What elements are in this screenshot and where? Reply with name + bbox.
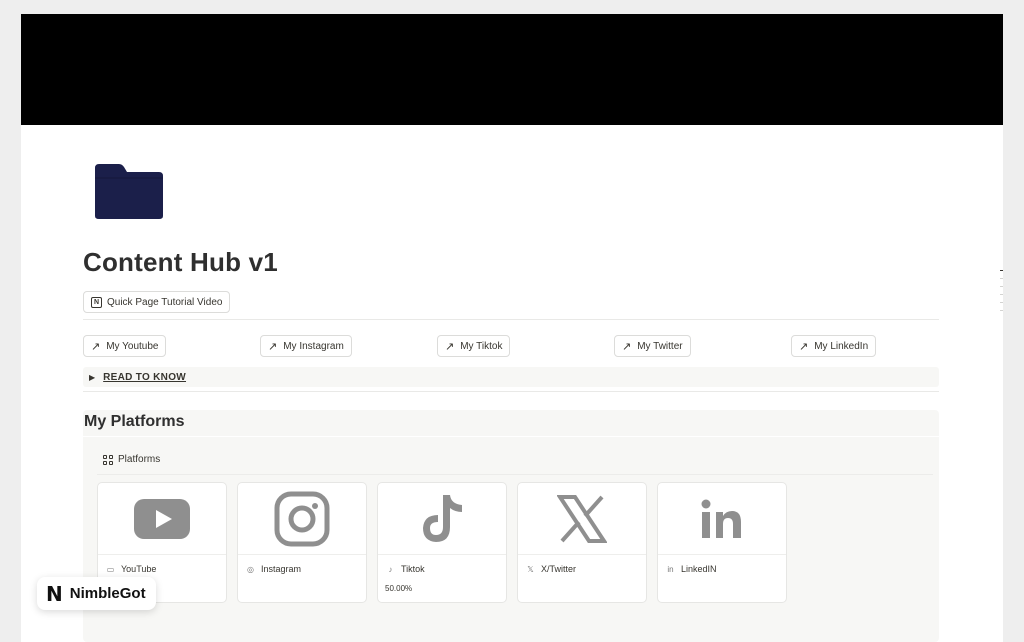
arrow-up-right-icon: ↗ — [268, 340, 278, 353]
card-cover — [98, 483, 226, 555]
platform-card-linkedin[interactable]: in LinkedIN — [657, 482, 787, 603]
x-icon: 𝕏 — [527, 564, 534, 574]
instagram-icon: ◎ — [247, 564, 254, 574]
youtube-icon: ▭ — [106, 564, 115, 574]
link-label: My LinkedIn — [814, 340, 869, 352]
card-cover — [518, 483, 646, 555]
platform-card-instagram[interactable]: ◎ Instagram — [237, 482, 367, 603]
link-my-linkedin[interactable]: ↗ My LinkedIn — [791, 335, 877, 357]
platforms-section: My Platforms Platforms ▭ YouTube ◎ Insta… — [83, 410, 939, 642]
table-of-contents-outline[interactable] — [1000, 270, 1003, 318]
card-name: LinkedIN — [681, 564, 717, 574]
gallery-view-tab[interactable]: Platforms — [103, 454, 160, 465]
folder-icon[interactable] — [93, 162, 165, 220]
notion-logo-icon: N — [91, 296, 102, 308]
card-title: in LinkedIN — [666, 564, 717, 574]
social-links-row: ↗ My Youtube ↗ My Instagram ↗ My Tiktok … — [83, 335, 939, 357]
nimblegot-logo-icon: N — [46, 581, 63, 606]
link-my-tiktok[interactable]: ↗ My Tiktok — [437, 335, 511, 357]
read-to-know-toggle[interactable]: ▶ READ TO KNOW — [83, 367, 939, 387]
arrow-up-right-icon: ↗ — [91, 340, 101, 353]
instagram-icon — [274, 491, 330, 546]
arrow-up-right-icon: ↗ — [622, 340, 632, 353]
card-cover — [658, 483, 786, 555]
platform-card-x[interactable]: 𝕏 X/Twitter — [517, 482, 647, 603]
link-my-youtube[interactable]: ↗ My Youtube — [83, 335, 167, 357]
link-label: My Youtube — [106, 340, 159, 352]
card-name: X/Twitter — [541, 564, 577, 574]
view-label: Platforms — [118, 454, 161, 465]
outline-item[interactable] — [1000, 270, 1003, 271]
triangle-right-icon[interactable]: ▶ — [89, 373, 95, 382]
outline-item[interactable] — [1000, 294, 1003, 295]
divider — [83, 391, 939, 392]
page-cover[interactable] — [21, 14, 1003, 125]
link-my-twitter[interactable]: ↗ My Twitter — [614, 335, 691, 357]
tutorial-video-button[interactable]: N Quick Page Tutorial Video — [83, 291, 231, 313]
link-label: My Tiktok — [460, 340, 503, 352]
outline-item[interactable] — [1000, 286, 1003, 287]
card-title: ◎ Instagram — [246, 564, 301, 574]
card-name: YouTube — [121, 564, 157, 574]
tiktok-icon — [423, 494, 462, 542]
section-heading: My Platforms — [84, 413, 185, 430]
outline-item[interactable] — [1000, 278, 1003, 279]
card-title: ♪ Tiktok — [386, 564, 425, 574]
platform-card-tiktok[interactable]: ♪ Tiktok 50.00% — [377, 482, 507, 603]
toggle-label: READ TO KNOW — [103, 371, 187, 383]
link-my-instagram[interactable]: ↗ My Instagram — [260, 335, 352, 357]
nimblegot-badge: N NimbleGot — [37, 577, 156, 610]
link-label: My Instagram — [283, 340, 344, 352]
card-cover — [238, 483, 366, 555]
x-icon — [557, 494, 607, 543]
divider — [83, 436, 939, 437]
notion-page: Content Hub v1 N Quick Page Tutorial Vid… — [21, 14, 1003, 642]
linkedin-icon — [701, 499, 741, 538]
card-progress: 50.00% — [385, 584, 413, 593]
tutorial-label: Quick Page Tutorial Video — [107, 296, 223, 308]
card-cover — [378, 483, 506, 555]
linkedin-icon: in — [667, 564, 674, 574]
outline-item[interactable] — [1000, 302, 1003, 303]
tiktok-icon: ♪ — [388, 564, 393, 574]
card-name: Instagram — [261, 564, 302, 574]
card-title: ▭ YouTube — [106, 564, 157, 574]
link-label: My Twitter — [637, 340, 683, 352]
page-title: Content Hub v1 — [83, 247, 278, 277]
card-name: Tiktok — [401, 564, 425, 574]
youtube-icon — [134, 498, 190, 539]
divider — [83, 319, 939, 320]
divider — [97, 474, 933, 475]
arrow-up-right-icon: ↗ — [799, 340, 809, 353]
brand-name: NimbleGot — [69, 585, 146, 602]
gallery-grid-icon — [103, 454, 113, 465]
outline-item[interactable] — [1000, 310, 1003, 311]
arrow-up-right-icon: ↗ — [445, 340, 455, 353]
card-title: 𝕏 X/Twitter — [526, 564, 576, 574]
